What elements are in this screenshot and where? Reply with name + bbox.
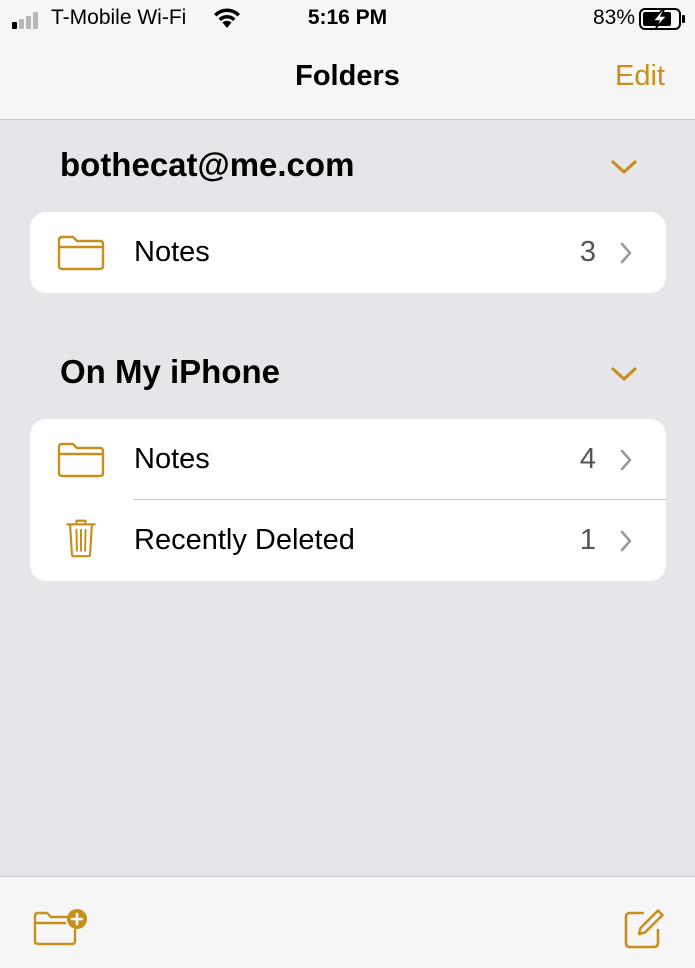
folder-group-on-my-iphone: Notes 4 Recently Deleted 1 — [30, 419, 666, 581]
chevron-down-icon[interactable] — [610, 158, 638, 176]
new-folder-icon[interactable] — [32, 907, 90, 947]
folder-icon — [57, 235, 105, 271]
page-title: Folders — [295, 60, 400, 92]
note-count: 1 — [579, 524, 596, 556]
chevron-right-icon — [620, 530, 632, 552]
folder-row-notes-local[interactable]: Notes 4 — [30, 419, 666, 500]
folder-row-notes-icloud[interactable]: Notes 3 — [30, 212, 666, 293]
battery-percentage: 83% — [592, 6, 635, 29]
navigation-bar: T-Mobile Wi-Fi 5:16 PM 83% Folders Edit — [0, 0, 695, 120]
folder-name: Notes — [134, 236, 210, 268]
chevron-right-icon — [620, 449, 632, 471]
note-count: 3 — [579, 236, 596, 268]
status-time: 5:16 PM — [307, 6, 388, 29]
chevron-right-icon — [620, 242, 632, 264]
folder-row-recently-deleted[interactable]: Recently Deleted 1 — [30, 500, 666, 581]
battery-charging-icon — [639, 8, 685, 30]
note-count: 4 — [579, 443, 596, 475]
status-bar: T-Mobile Wi-Fi 5:16 PM 83% — [0, 0, 695, 40]
edit-button[interactable]: Edit — [615, 60, 665, 93]
section-header-icloud: bothecat@me.com — [60, 146, 355, 183]
folder-name: Recently Deleted — [134, 524, 355, 556]
compose-icon[interactable] — [622, 907, 666, 949]
chevron-down-icon[interactable] — [610, 365, 638, 383]
folder-group-icloud: Notes 3 — [30, 212, 666, 293]
bottom-toolbar — [0, 876, 695, 968]
folder-name: Notes — [134, 443, 210, 475]
folder-icon — [57, 442, 105, 478]
section-header-on-my-iphone: On My iPhone — [60, 353, 281, 390]
trash-icon — [66, 519, 96, 558]
